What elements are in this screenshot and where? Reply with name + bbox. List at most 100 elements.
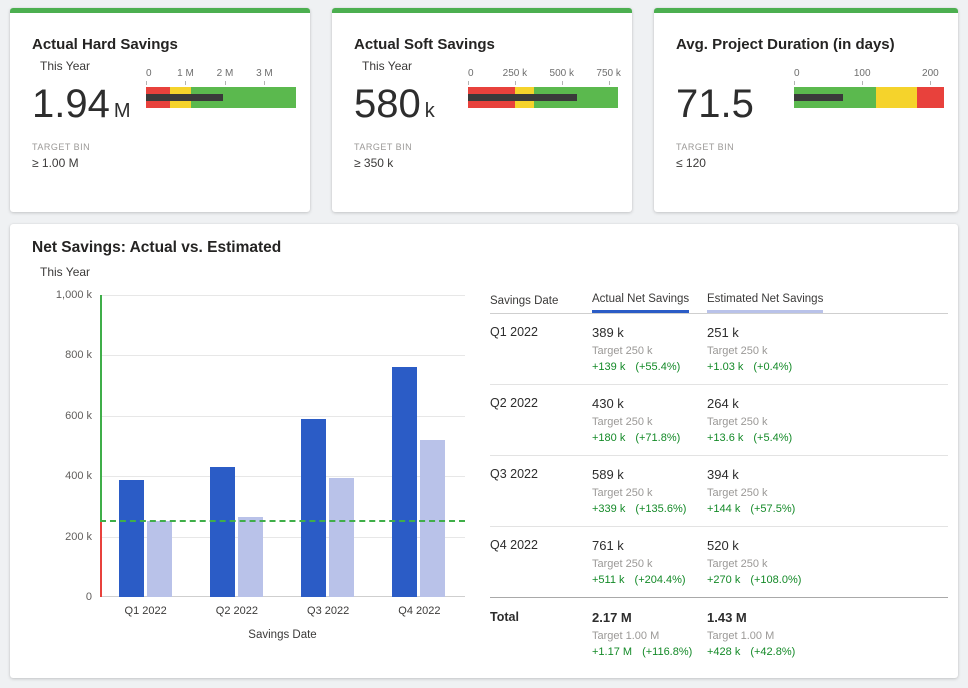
bullet-track xyxy=(468,87,618,108)
table-row[interactable]: Q4 2022761 kTarget 250 k+511 k(+204.4%)5… xyxy=(490,527,948,598)
cell-delta: +428 k(+42.8%) xyxy=(707,646,948,658)
column-header-label: Estimated Net Savings xyxy=(707,293,823,313)
kpi-card-actual-hard-savings[interactable]: Actual Hard Savings This Year 1.94M 01 M… xyxy=(10,8,310,212)
kpi-subtitle: This Year xyxy=(40,59,90,73)
bar-estimated[interactable] xyxy=(329,478,354,597)
kpi-card-actual-soft-savings[interactable]: Actual Soft Savings This Year 580k 0250 … xyxy=(332,8,632,212)
column-header-savings-date[interactable]: Savings Date xyxy=(490,295,592,313)
y-axis-tick-label: 1,000 k xyxy=(10,289,92,301)
bullet-tick-label: 750 k xyxy=(596,68,620,79)
cell-value: 761 k xyxy=(592,538,707,553)
bullet-tick-label: 1 M xyxy=(177,68,194,79)
table-row-total[interactable]: Total2.17 MTarget 1.00 M+1.17 M(+116.8%)… xyxy=(490,597,948,669)
delta-pct: (+135.6%) xyxy=(635,503,686,515)
target-bin-value: ≥ 350 k xyxy=(354,156,393,170)
bullet-chart: 0100200 xyxy=(794,68,944,116)
cell-value: 2.17 M xyxy=(592,610,707,625)
table-header: Savings Date Actual Net Savings Estimate… xyxy=(490,284,948,314)
cell-value: 251 k xyxy=(707,325,948,340)
estimated-cell: 264 kTarget 250 k+13.6 k(+5.4%) xyxy=(707,396,948,444)
estimated-cell: 520 kTarget 250 k+270 k(+108.0%) xyxy=(707,538,948,586)
y-axis-tick-label: 600 k xyxy=(10,410,92,422)
table-row[interactable]: Q1 2022389 kTarget 250 k+139 k(+55.4%)25… xyxy=(490,314,948,385)
y-axis-line-above-target xyxy=(100,295,102,522)
bullet-tick-mark xyxy=(515,81,516,85)
cell-delta: +13.6 k(+5.4%) xyxy=(707,432,948,444)
cell-value: 389 k xyxy=(592,325,707,340)
cell-target: Target 250 k xyxy=(592,345,707,357)
kpi-card-avg-project-duration[interactable]: Avg. Project Duration (in days) 71.5 010… xyxy=(654,8,958,212)
chart-subtitle: This Year xyxy=(40,265,90,279)
table-row[interactable]: Q3 2022589 kTarget 250 k+339 k(+135.6%)3… xyxy=(490,456,948,527)
delta-value: +428 k xyxy=(707,646,740,658)
cell-delta: +144 k(+57.5%) xyxy=(707,503,948,515)
bar-actual[interactable] xyxy=(301,419,326,597)
bullet-measure-bar xyxy=(794,94,843,101)
bar-actual[interactable] xyxy=(119,480,144,597)
delta-pct: (+116.8%) xyxy=(642,646,692,658)
bar-estimated[interactable] xyxy=(420,440,445,597)
cell-value: 520 k xyxy=(707,538,948,553)
delta-pct: (+57.5%) xyxy=(750,503,795,515)
table-row[interactable]: Q2 2022430 kTarget 250 k+180 k(+71.8%)26… xyxy=(490,385,948,456)
target-bin-label: TARGET BIN xyxy=(32,142,90,152)
y-axis-tick-label: 800 k xyxy=(10,349,92,361)
bar-estimated[interactable] xyxy=(147,521,172,597)
cell-delta: +1.17 M (+116.8%) xyxy=(592,646,707,658)
delta-value: +511 k xyxy=(592,574,625,586)
bullet-tick-mark xyxy=(225,81,226,85)
delta-pct: (+0.4%) xyxy=(753,361,792,373)
cell-value: 394 k xyxy=(707,467,948,482)
bullet-tick-mark xyxy=(862,81,863,85)
bar-actual[interactable] xyxy=(210,467,235,597)
chart-title: Net Savings: Actual vs. Estimated xyxy=(32,239,281,257)
bar-estimated[interactable] xyxy=(238,517,263,597)
y-axis-line-below-target xyxy=(100,522,102,598)
target-line xyxy=(100,520,465,522)
cell-value: 264 k xyxy=(707,396,948,411)
bullet-axis: 0250 k500 k750 k xyxy=(468,68,618,86)
cell-target: Target 250 k xyxy=(592,558,707,570)
delta-value: +139 k xyxy=(592,361,625,373)
delta-value: +1.17 M xyxy=(592,646,632,658)
y-axis-tick-label: 200 k xyxy=(10,531,92,543)
kpi-value-unit: k xyxy=(425,100,435,122)
bullet-axis: 0100200 xyxy=(794,68,944,86)
column-header-estimated-net-savings[interactable]: Estimated Net Savings xyxy=(707,293,948,313)
bullet-tick-label: 200 xyxy=(922,68,939,79)
cell-target: Target 250 k xyxy=(592,487,707,499)
actual-cell: 761 k Target 250 k +511 k(+204.4%) xyxy=(592,538,707,586)
table-body: Q1 2022389 kTarget 250 k+139 k(+55.4%)25… xyxy=(490,314,948,669)
bar-actual[interactable] xyxy=(392,367,417,597)
grouped-bar-chart: Savings Date 0200 k400 k600 k800 k1,000 … xyxy=(10,282,482,622)
cell-value: 430 k xyxy=(592,396,707,411)
bullet-tick-label: 250 k xyxy=(503,68,527,79)
cell-target: Target 250 k xyxy=(707,558,948,570)
gridline xyxy=(100,295,465,296)
cell-target: Target 1.00 M xyxy=(707,630,948,642)
kpi-value: 71.5 xyxy=(676,82,758,133)
x-axis-tick-label: Q1 2022 xyxy=(101,605,191,617)
delta-pct: (+108.0%) xyxy=(750,574,801,586)
bullet-measure-bar xyxy=(468,94,577,101)
x-axis-tick-label: Q2 2022 xyxy=(192,605,282,617)
bullet-tick-label: 500 k xyxy=(550,68,574,79)
bullet-track xyxy=(146,87,296,108)
column-header-actual-net-savings[interactable]: Actual Net Savings xyxy=(592,293,707,313)
cell-delta: +139 k(+55.4%) xyxy=(592,361,707,373)
cell-delta: +1.03 k(+0.4%) xyxy=(707,361,948,373)
bullet-tick-mark xyxy=(794,81,795,85)
cell-delta: +511 k(+204.4%) xyxy=(592,574,707,586)
bullet-tick-label: 100 xyxy=(854,68,871,79)
y-axis-tick-label: 400 k xyxy=(10,470,92,482)
bullet-band xyxy=(917,87,944,108)
bullet-tick-mark xyxy=(468,81,469,85)
actual-cell: 589 kTarget 250 k+339 k(+135.6%) xyxy=(592,467,707,515)
cell-delta: +180 k(+71.8%) xyxy=(592,432,707,444)
bullet-tick-label: 2 M xyxy=(217,68,234,79)
bullet-tick-mark xyxy=(185,81,186,85)
bullet-measure-bar xyxy=(146,94,223,101)
y-axis-tick-label: 0 xyxy=(10,591,92,603)
target-bin-value: ≤ 120 xyxy=(676,156,706,170)
net-savings-card: Net Savings: Actual vs. Estimated This Y… xyxy=(10,224,958,678)
